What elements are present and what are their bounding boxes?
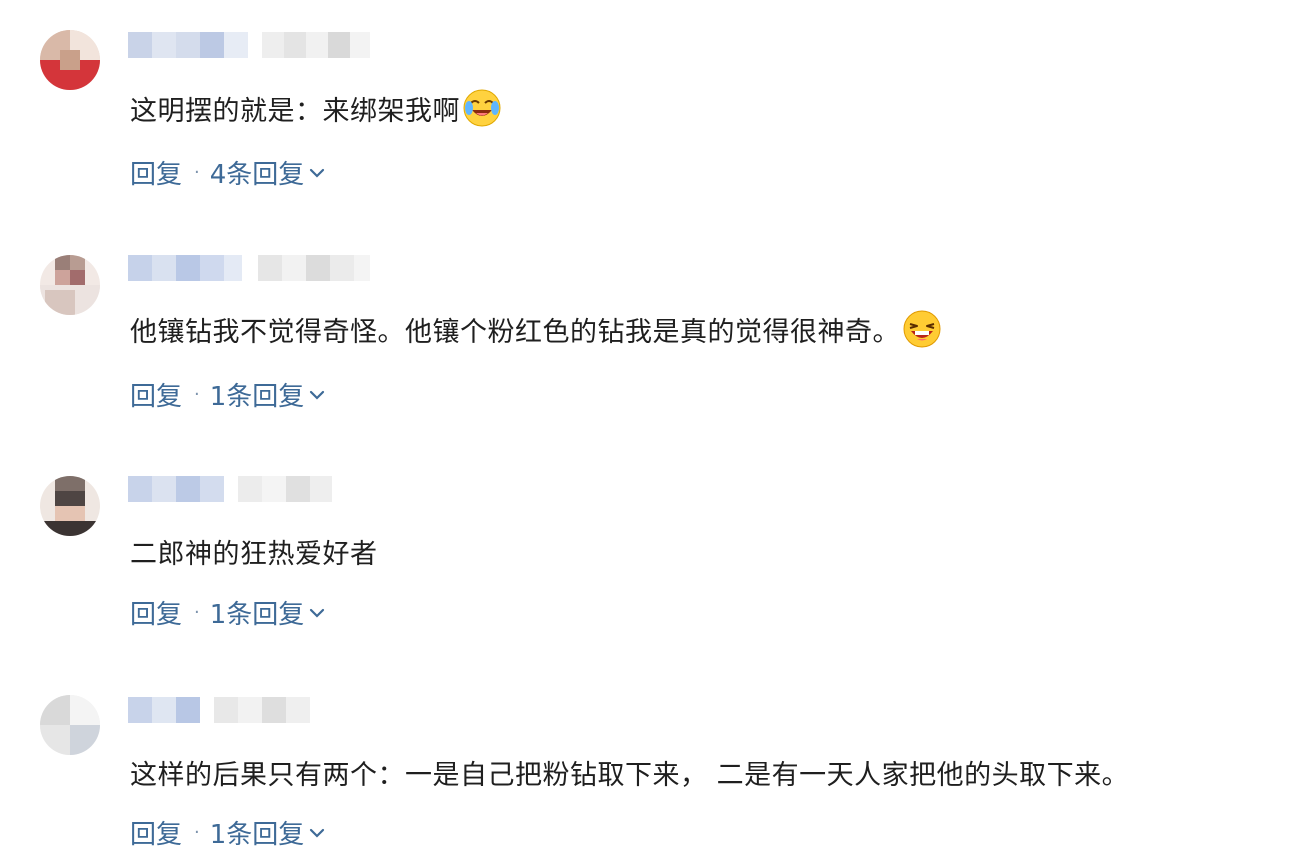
- username-blurred[interactable]: [128, 697, 310, 723]
- avatar-pixel: [70, 255, 85, 270]
- reply-button[interactable]: 回复: [130, 594, 182, 631]
- avatar-pixel: [55, 270, 70, 285]
- separator-dot: ·: [194, 162, 200, 183]
- laughing-emoji-icon: [903, 310, 941, 348]
- replies-count-label: 1条回复: [209, 820, 305, 850]
- comment-actions: 回复 · 1条回复: [130, 814, 326, 851]
- username-blurred[interactable]: [128, 255, 370, 281]
- comment-text-content: 这明摆的就是：来绑架我啊: [130, 95, 460, 127]
- view-replies-button[interactable]: 1条回复: [210, 376, 327, 413]
- username-blurred[interactable]: [128, 476, 332, 502]
- avatar-pixel: [45, 290, 75, 315]
- separator-dot: ·: [194, 384, 200, 405]
- view-replies-button[interactable]: 4条回复: [210, 154, 327, 191]
- avatar-pixel: [40, 695, 70, 725]
- comment-text: 他镶钻我不觉得奇怪。他镶个粉红色的钻我是真的觉得很神奇。: [130, 309, 942, 349]
- reply-button[interactable]: 回复: [130, 814, 182, 851]
- avatar-pixel: [55, 476, 85, 491]
- avatar[interactable]: [40, 695, 100, 755]
- avatar-pixel: [60, 50, 80, 70]
- avatar-pixel: [70, 695, 100, 725]
- comment-actions: 回复 · 4条回复: [130, 154, 326, 191]
- separator-dot: ·: [194, 602, 200, 623]
- chevron-down-icon: [310, 390, 325, 400]
- crying-laughing-emoji-icon: [463, 89, 501, 127]
- comment-text: 二郎神的狂热爱好者: [130, 532, 378, 571]
- comment-text: 这明摆的就是：来绑架我啊: [130, 88, 502, 128]
- comment-text-content: 他镶钻我不觉得奇怪。他镶个粉红色的钻我是真的觉得很神奇。: [130, 316, 900, 348]
- avatar-pixel: [55, 491, 85, 506]
- avatar[interactable]: [40, 30, 100, 90]
- reply-button[interactable]: 回复: [130, 154, 182, 191]
- avatar[interactable]: [40, 476, 100, 536]
- avatar-pixel: [70, 270, 85, 285]
- chevron-down-icon: [310, 608, 325, 618]
- comment-text: 这样的后果只有两个：一是自己把粉钻取下来， 二是有一天人家把他的头取下来。: [130, 753, 1129, 792]
- separator-dot: ·: [194, 822, 200, 843]
- comment-actions: 回复 · 1条回复: [130, 376, 326, 413]
- replies-count-label: 1条回复: [209, 600, 305, 630]
- chevron-down-icon: [310, 168, 325, 178]
- avatar-pixel: [40, 521, 100, 536]
- avatar-pixel: [70, 725, 100, 755]
- view-replies-button[interactable]: 1条回复: [210, 814, 327, 851]
- username-blurred[interactable]: [128, 32, 370, 58]
- avatar-pixel: [55, 506, 85, 521]
- replies-count-label: 1条回复: [209, 382, 305, 412]
- reply-button[interactable]: 回复: [130, 376, 182, 413]
- avatar[interactable]: [40, 255, 100, 315]
- comment-actions: 回复 · 1条回复: [130, 594, 326, 631]
- comment-text-content: 这样的后果只有两个：一是自己把粉钻取下来， 二是有一天人家把他的头取下来。: [130, 760, 1130, 791]
- avatar-pixel: [55, 255, 70, 270]
- avatar-pixel: [40, 725, 70, 755]
- replies-count-label: 4条回复: [209, 160, 305, 190]
- comment-text-content: 二郎神的狂热爱好者: [130, 539, 378, 570]
- view-replies-button[interactable]: 1条回复: [210, 594, 327, 631]
- chevron-down-icon: [310, 828, 325, 838]
